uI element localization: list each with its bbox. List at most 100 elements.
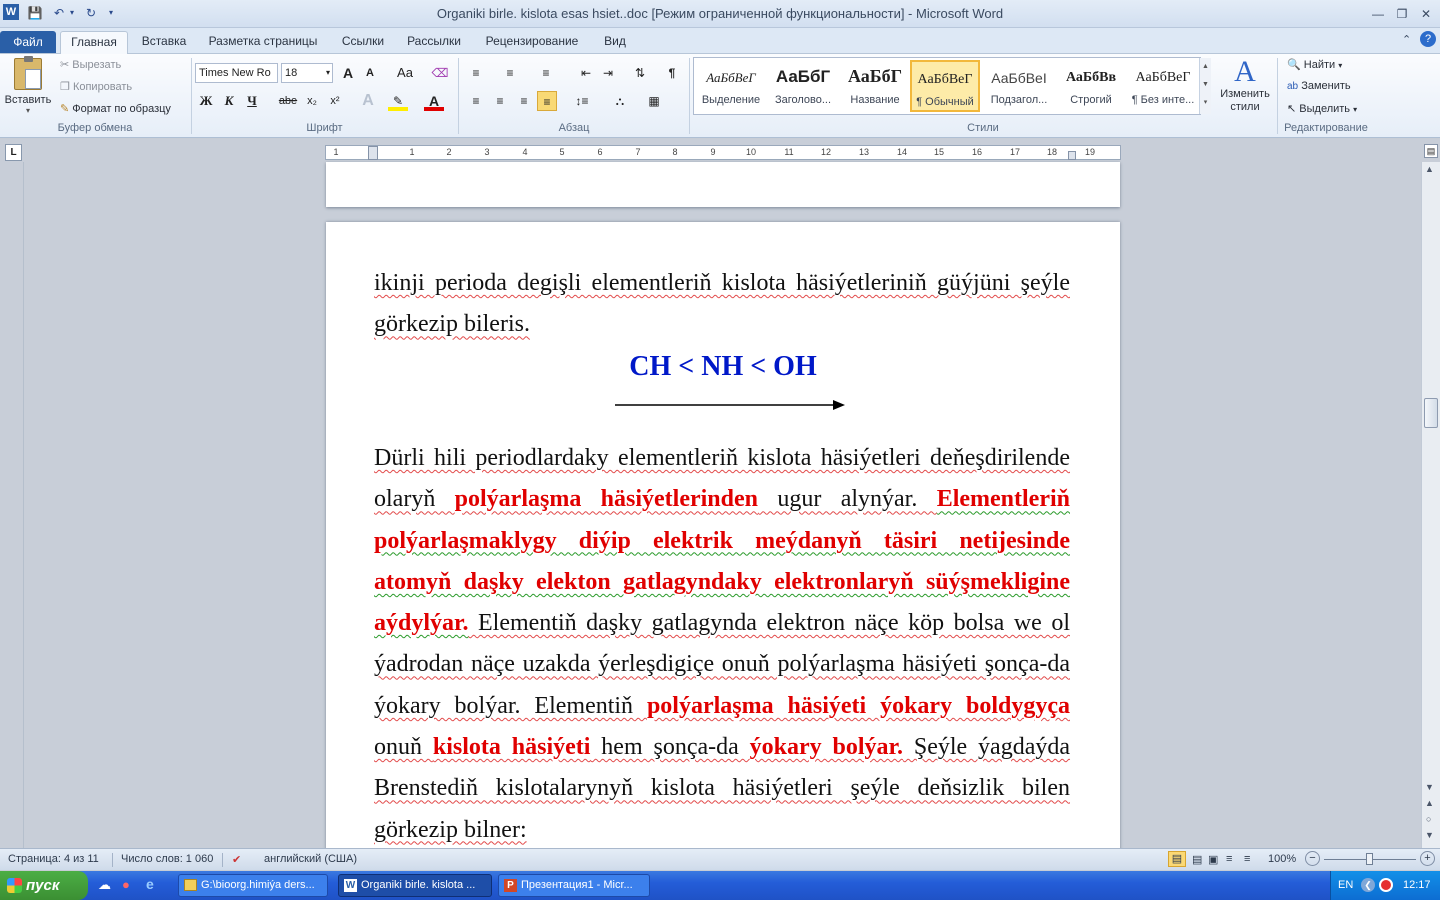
zoom-out-button[interactable]: − [1305,851,1320,866]
antivirus-icon[interactable] [1379,878,1393,892]
superscript-button[interactable]: x² [325,91,345,111]
change-case-button[interactable]: Aa [392,63,418,83]
tab-insert[interactable]: Вставка [136,31,192,54]
window-title: Organiki birle. kislota esas hsiet..doc … [436,6,1004,21]
vertical-scrollbar[interactable]: ▤ ▲ ▼ ▲ ○ ▼ [1421,144,1440,848]
bullets-icon[interactable]: ≡ [466,63,486,83]
subscript-button[interactable]: x₂ [302,91,322,111]
multilevel-list-icon[interactable]: ≡ [536,63,556,83]
close-button[interactable]: ✕ [1416,6,1436,22]
font-size-combo[interactable]: 18 ▾ [281,63,333,83]
cut-button[interactable]: ✂ Вырезать [60,58,121,71]
outline-icon[interactable]: ≡ [1226,853,1232,865]
italic-button[interactable]: К [219,91,239,111]
right-indent-marker[interactable] [1068,151,1076,160]
tab-view[interactable]: Вид [596,31,634,54]
highlight-red-text: ýokary bolýar. [749,734,903,761]
style-normal[interactable]: АаБбВеГ ¶ Обычный [910,60,980,112]
find-button[interactable]: 🔍 Найти ▾ [1287,58,1342,71]
task-folder[interactable]: G:\bioorg.himiýa ders... [178,874,328,897]
minimize-button[interactable]: — [1368,6,1388,22]
zoom-in-button[interactable]: + [1420,851,1435,866]
sort-icon[interactable]: ⇅ [630,63,650,83]
increase-indent-icon[interactable]: ⇥ [598,63,618,83]
vertical-ruler [0,162,24,848]
tab-file[interactable]: Файл [0,31,56,53]
shading-icon[interactable]: ⛬ [610,91,630,111]
scroll-down-icon[interactable]: ▼ [1425,782,1434,792]
text-effects-icon[interactable]: A [358,91,378,111]
clear-formatting-icon[interactable]: ⌫ [430,63,450,83]
draft-icon[interactable]: ≡ [1244,853,1250,865]
borders-icon[interactable]: ▦ [644,91,664,111]
prev-page-icon[interactable]: ▲ [1425,798,1434,808]
zoom-slider-thumb[interactable] [1366,853,1373,865]
indent-marker[interactable] [368,146,378,160]
tab-mailings[interactable]: Рассылки [400,31,468,54]
network-icon[interactable]: ❮ [1361,878,1375,892]
styles-scroll-icon[interactable]: ▲ ▼ ▾ [1199,58,1211,114]
align-center-icon[interactable]: ≡ [490,91,510,111]
style-no-spacing[interactable]: АаБбВеГ ¶ Без инте... [1128,60,1198,112]
format-painter-button[interactable]: ✎ Формат по образцу [60,102,171,115]
shrink-font-button[interactable]: A [360,63,380,83]
line-spacing-icon[interactable]: ↕≡ [570,91,594,111]
style-heading1[interactable]: АаБбГ Заголово... [768,60,838,112]
full-screen-reading-icon[interactable]: ▤ [1192,853,1202,866]
select-button[interactable]: ↖ Выделить ▾ [1287,102,1357,115]
ruler-toggle-icon[interactable]: ▤ [1424,144,1438,158]
highlight-icon[interactable]: ✎ [388,91,408,111]
tab-selector[interactable]: L [5,144,22,161]
align-left-icon[interactable]: ≡ [466,91,486,111]
highlight-red-text: polýarlaşma häsiýetlerinden [454,486,759,513]
underline-button[interactable]: Ч [242,91,262,111]
font-color-icon[interactable]: A [424,91,444,111]
proofing-icon[interactable]: ✔ [232,853,241,866]
change-styles-button[interactable]: A Изменить стили [1214,56,1276,114]
start-button[interactable]: пуск [0,871,88,900]
style-strong[interactable]: АаБбВв Строгий [1056,60,1126,112]
next-page-icon[interactable]: ▼ [1425,830,1434,840]
tab-page-layout[interactable]: Разметка страницы [200,31,326,54]
copy-button[interactable]: ❐ Копировать [60,80,132,93]
browse-object-icon[interactable]: ○ [1426,814,1431,824]
numbering-icon[interactable]: ≡ [500,63,520,83]
tab-references[interactable]: Ссылки [334,31,392,54]
clock[interactable]: 12:17 [1403,879,1431,891]
strikethrough-button[interactable]: abe [278,91,298,111]
word-icon: W [344,879,357,892]
collapse-ribbon-icon[interactable]: ⌃ [1402,33,1411,46]
help-icon[interactable]: ? [1420,31,1436,47]
font-name-combo[interactable]: Times New Ro [195,63,278,83]
language-indicator-tray[interactable]: EN [1338,879,1353,891]
show-desktop-icon[interactable]: ☁ [98,877,111,893]
document-page[interactable]: ikinji perioda degişli elementleriň kisl… [326,222,1120,862]
zoom-level[interactable]: 100% [1268,853,1296,865]
task-word-document[interactable]: W Organiki birle. kislota ... [338,874,492,897]
horizontal-ruler[interactable]: 1 1 2 3 4 5 6 7 8 9 10 11 12 13 14 15 16… [325,145,1121,160]
paste-button[interactable]: Вставить ▾ [4,56,52,116]
style-emphasis[interactable]: АаБбВеГ Выделение [696,60,766,112]
scroll-up-icon[interactable]: ▲ [1425,164,1434,174]
bold-button[interactable]: Ж [196,91,216,111]
language-indicator[interactable]: английский (США) [264,853,357,865]
show-marks-icon[interactable]: ¶ [662,63,682,83]
internet-explorer-icon[interactable]: e [146,876,154,892]
task-powerpoint[interactable]: P Презентация1 - Micr... [498,874,650,897]
tab-review[interactable]: Рецензирование [476,31,588,54]
style-subtitle[interactable]: АаБбВеІ Подзагол... [984,60,1054,112]
restore-button[interactable]: ❐ [1392,6,1412,22]
tab-home[interactable]: Главная [60,31,128,54]
style-title[interactable]: АаБбГ Название [840,60,910,112]
grow-font-button[interactable]: A [338,63,358,83]
page-indicator[interactable]: Страница: 4 из 11 [8,853,99,865]
word-count[interactable]: Число слов: 1 060 [121,853,213,865]
scroll-thumb[interactable] [1424,398,1438,428]
media-player-icon[interactable]: ● [122,877,130,892]
replace-button[interactable]: ab Заменить [1287,80,1351,92]
print-layout-icon[interactable]: ▤ [1168,851,1186,867]
justify-icon[interactable]: ≡ [537,91,557,111]
align-right-icon[interactable]: ≡ [514,91,534,111]
decrease-indent-icon[interactable]: ⇤ [576,63,596,83]
web-layout-icon[interactable]: ▣ [1208,853,1218,866]
